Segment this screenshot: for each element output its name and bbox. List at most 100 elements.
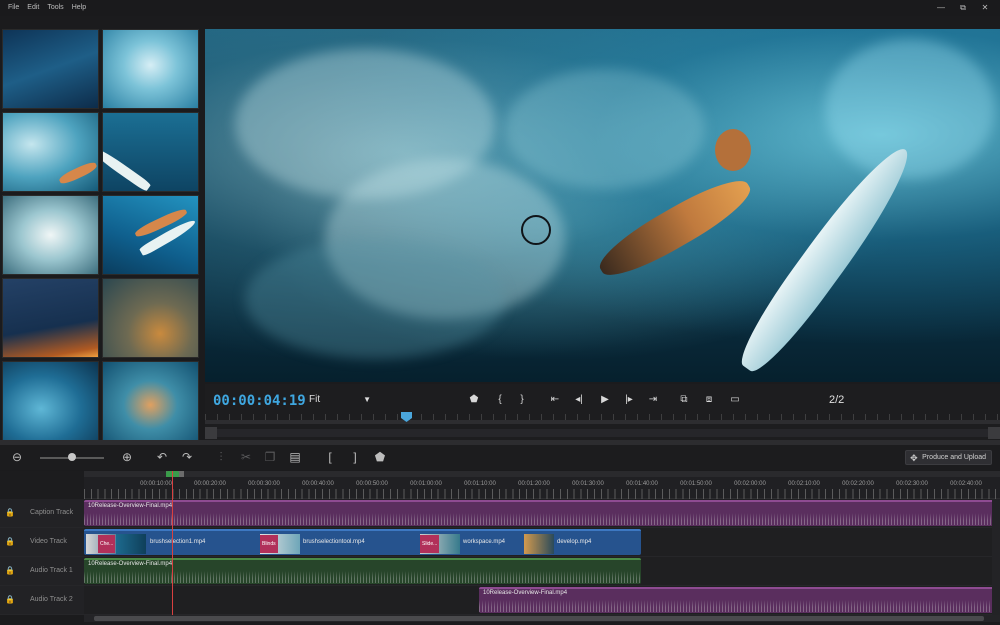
lock-icon[interactable]: 🔒 <box>5 595 15 604</box>
play-icon[interactable]: ▶ <box>598 394 612 405</box>
produce-and-upload-button[interactable]: ✥ Produce and Upload <box>905 450 992 465</box>
zoom-in-icon[interactable]: ⊕ <box>120 450 134 464</box>
caret-down-icon: ▼ <box>363 395 371 404</box>
scrollbar-thumb[interactable] <box>94 616 984 621</box>
caption-clip[interactable]: 10Release-Overview-Final.mp4 <box>84 500 1000 526</box>
next-frame-icon[interactable]: |▸ <box>622 394 636 405</box>
ruler-label: 00:01:30:00 <box>572 481 604 487</box>
go-end-icon[interactable]: ⇥ <box>646 394 660 405</box>
ruler-label: 00:00:40:00 <box>302 481 334 487</box>
fit-dropdown[interactable]: Fit ▼ <box>309 394 371 408</box>
media-thumbnail[interactable] <box>102 112 199 192</box>
mark-in-bracket-icon[interactable]: [ <box>323 450 337 464</box>
produce-label: Produce and Upload <box>922 454 986 461</box>
share-icon: ✥ <box>910 453 918 463</box>
track-area[interactable]: Che... brushselection1.mp4 Blinds brushs… <box>84 528 1000 556</box>
cut-icon[interactable]: ✂ <box>239 450 253 464</box>
restore-icon[interactable]: ⧉ <box>952 0 974 16</box>
ruler-range-bar[interactable] <box>84 471 1000 477</box>
mark-out-icon[interactable]: } <box>515 394 529 405</box>
video-track: 🔒 Video Track Che... brushselection1.mp4… <box>0 528 1000 557</box>
scroll-right-button[interactable] <box>988 427 1000 439</box>
ruler-label: 00:00:20:00 <box>194 481 226 487</box>
track-name: Audio Track 2 <box>30 596 73 603</box>
media-thumbnail[interactable] <box>2 29 99 109</box>
close-icon[interactable]: ✕ <box>974 0 996 16</box>
media-thumbnail[interactable] <box>2 361 99 441</box>
audio-track-2: 🔒 Audio Track 2 10Release-Overview-Final… <box>0 586 1000 615</box>
video-clip[interactable]: brushselection1.mp4 <box>150 539 205 545</box>
clip-label: 10Release-Overview-Final.mp4 <box>483 590 568 596</box>
track-area[interactable]: 10Release-Overview-Final.mp4 <box>84 499 1000 527</box>
menu-edit[interactable]: Edit <box>23 0 43 16</box>
copy-icon[interactable]: ❐ <box>263 450 277 464</box>
zoom-out-icon[interactable]: ⊖ <box>10 450 24 464</box>
scroll-left-button[interactable] <box>205 427 217 439</box>
media-thumbnail[interactable] <box>2 195 99 275</box>
window-controls: — ⧉ ✕ <box>930 0 996 16</box>
undo-icon[interactable]: ↶ <box>155 450 169 464</box>
go-start-icon[interactable]: ⇤ <box>548 394 562 405</box>
playhead-line[interactable] <box>172 471 173 616</box>
clip-thumbnail <box>116 534 146 554</box>
audio-clip[interactable]: 10Release-Overview-Final.mp4 <box>479 587 1000 613</box>
audio-clip[interactable]: 10Release-Overview-Final.mp4 <box>84 558 641 584</box>
surf-leash <box>521 215 551 245</box>
video-clip-group: Che... brushselection1.mp4 Blinds brushs… <box>84 529 641 555</box>
media-thumbnail[interactable] <box>102 361 199 441</box>
fit-value: Fit <box>309 394 321 405</box>
transition-tag[interactable]: Che... <box>98 535 116 553</box>
timeline-vertical-scrollbar[interactable] <box>992 499 1000 615</box>
track-area[interactable]: 10Release-Overview-Final.mp4 <box>84 557 1000 585</box>
ruler-label: 00:01:10:00 <box>464 481 496 487</box>
media-thumbnail[interactable] <box>102 29 199 109</box>
timeline-horizontal-scrollbar[interactable] <box>84 615 1000 622</box>
transition-tag[interactable]: Slide... <box>420 535 440 553</box>
track-header: 🔒 Video Track <box>0 528 84 556</box>
prev-frame-icon[interactable]: ◂| <box>572 394 586 405</box>
track-header: 🔒 Audio Track 1 <box>0 557 84 585</box>
preview-scrollbar[interactable] <box>217 429 988 437</box>
fullscreen-icon[interactable]: ▭ <box>728 394 742 405</box>
menu-file[interactable]: File <box>0 0 23 16</box>
video-preview[interactable] <box>205 29 1000 382</box>
video-clip[interactable]: develop.mp4 <box>557 539 591 545</box>
media-thumbnail[interactable] <box>2 112 99 192</box>
menu-tools[interactable]: Tools <box>43 0 67 16</box>
timeline-ruler[interactable]: 00:00:10:00 00:00:20:00 00:00:30:00 00:0… <box>84 471 1000 499</box>
split-audio-icon[interactable]: ⧉ <box>677 394 691 405</box>
media-thumbnail[interactable] <box>102 278 199 358</box>
track-area[interactable]: 10Release-Overview-Final.mp4 <box>84 586 1000 614</box>
video-clip[interactable]: brushselectiontool.mp4 <box>303 539 365 545</box>
zoom-slider-knob[interactable] <box>68 453 76 461</box>
lock-icon[interactable]: 🔒 <box>5 566 15 575</box>
snapshot-icon[interactable]: ⧈ <box>702 394 716 405</box>
waveform <box>479 600 1000 612</box>
menu-help[interactable]: Help <box>68 0 90 16</box>
minimize-icon[interactable]: — <box>930 0 952 16</box>
clip-label: 10Release-Overview-Final.mp4 <box>88 561 173 567</box>
waveform <box>84 513 1000 525</box>
ruler-label: 00:02:00:00 <box>734 481 766 487</box>
lock-icon[interactable]: 🔒 <box>5 508 15 517</box>
ruler-label: 00:00:50:00 <box>356 481 388 487</box>
transition-tag[interactable]: Blinds <box>260 535 278 553</box>
preview-controls: 00:00:04:19 Fit ▼ ⬟ { } ⇤ ◂| ▶ |▸ ⇥ ⧉ ⧈ … <box>205 384 1000 440</box>
mark-in-icon[interactable]: { <box>493 394 507 405</box>
marker-icon[interactable]: ⬟ <box>467 394 481 405</box>
media-thumbnail[interactable] <box>2 278 99 358</box>
scrubber-track[interactable] <box>205 420 1000 424</box>
add-marker-icon[interactable]: ⬟ <box>373 450 387 464</box>
video-clip[interactable]: workspace.mp4 <box>463 539 505 545</box>
ruler-label: 00:02:10:00 <box>788 481 820 487</box>
media-thumbnail[interactable] <box>102 195 199 275</box>
mark-out-bracket-icon[interactable]: ] <box>348 450 362 464</box>
lock-icon[interactable]: 🔒 <box>5 537 15 546</box>
paste-icon[interactable]: ▤ <box>288 450 302 464</box>
ruler-spacer <box>0 471 84 499</box>
redo-icon[interactable]: ↷ <box>180 450 194 464</box>
ruler-label: 00:00:10:00 <box>140 481 172 487</box>
timeline-toolbar: ⊖ ⊕ ↶ ↷ ⫶ ✂ ❐ ▤ [ ] ⬟ ✥ Produce and Uplo… <box>0 445 1000 470</box>
ruler-label: 00:01:00:00 <box>410 481 442 487</box>
split-icon[interactable]: ⫶ <box>214 450 228 464</box>
